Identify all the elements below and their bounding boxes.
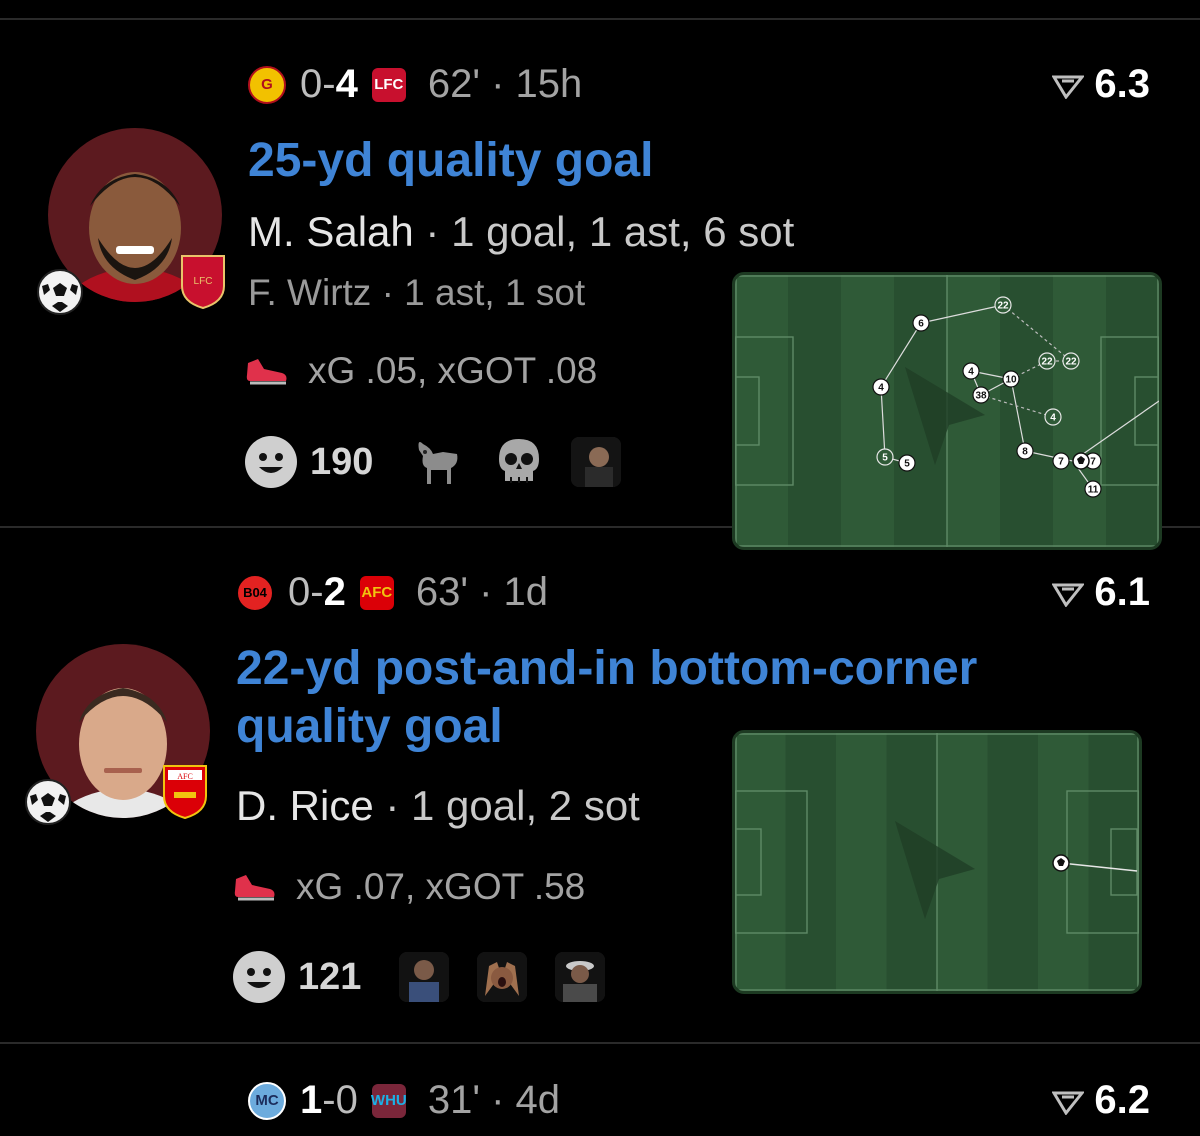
pass-marker-label: 4 (878, 383, 884, 394)
match-meta: B04 0-2 AFC 63' · 1d (236, 570, 548, 615)
match-meta: MC 1-0 WHU 31' · 4d (248, 1078, 560, 1123)
match-time: 62' · 15h (427, 62, 583, 106)
rating-icon (1052, 75, 1085, 99)
goat-icon[interactable] (413, 436, 467, 488)
reaction-count-value: 121 (298, 955, 362, 998)
leverkusen-crest-icon: B04 (236, 573, 274, 612)
rating-icon (1052, 583, 1085, 607)
pitch-graphic (735, 733, 1139, 991)
match-meta: G 0-4 LFC 62' · 15h (248, 62, 582, 107)
pass-marker-label: 11 (1088, 485, 1099, 496)
match-time: 63' · 1d (415, 570, 548, 614)
player-name[interactable]: M. Salah (248, 208, 414, 255)
rating-value: 6.1 (1094, 570, 1150, 614)
arsenal-crest-icon: AFC (359, 575, 394, 610)
liverpool-crest-icon: LFC (371, 67, 406, 102)
rating-icon (1052, 1091, 1085, 1115)
boot-icon (234, 875, 275, 901)
arsenal-badge-icon: AFC (163, 765, 207, 820)
galatasaray-crest-icon: G (248, 65, 286, 104)
assist-line[interactable]: F. Wirtz · 1 ast, 1 sot (248, 272, 585, 314)
reactions-bar[interactable]: 190 (244, 435, 622, 489)
shot-map-pitch[interactable] (732, 730, 1142, 994)
rating-value: 6.2 (1094, 1078, 1150, 1122)
pass-marker-label: 7 (1090, 457, 1096, 468)
player-rating: 6.3 (1052, 62, 1150, 107)
pass-marker-label: 5 (904, 459, 910, 470)
reaction-count-value: 190 (310, 440, 374, 483)
top-divider (0, 18, 1200, 20)
pass-marker-label: 22 (1065, 357, 1077, 368)
pass-marker-label: 6 (918, 319, 924, 330)
ball-marker-icon (1052, 854, 1070, 872)
liverpool-badge-icon: LFC (181, 255, 225, 310)
smiley-icon (233, 951, 285, 1003)
pass-marker-label: 4 (1050, 413, 1056, 424)
reaction-count[interactable]: 121 (232, 950, 361, 1004)
pass-marker-label: 4 (968, 367, 974, 378)
pass-marker-label: 22 (1041, 357, 1053, 368)
match-score: 1-0 (300, 1078, 358, 1122)
ball-marker-icon (1072, 452, 1090, 470)
pitch-graphic: 6 22 4 4 10 22 22 38 4 8 5 5 7 7 11 (735, 275, 1159, 547)
match-time: 31' · 4d (427, 1078, 560, 1122)
player-name[interactable]: D. Rice (236, 782, 374, 829)
svg-text:LFC: LFC (194, 276, 213, 287)
rating-value: 6.3 (1094, 62, 1150, 106)
reaction-sticker-2[interactable] (477, 952, 528, 1002)
skull-icon[interactable] (495, 437, 543, 487)
man-city-crest-icon: MC (248, 1081, 286, 1120)
boot-icon (246, 359, 287, 385)
soccer-ball-icon (37, 269, 83, 315)
player-rating: 6.2 (1052, 1078, 1150, 1123)
match-score: 0-4 (300, 62, 358, 106)
shot-map-pitch[interactable]: 6 22 4 4 10 22 22 38 4 8 5 5 7 7 11 (732, 272, 1162, 550)
reaction-sticker-3[interactable] (555, 952, 606, 1002)
reaction-sticker[interactable] (571, 437, 622, 487)
soccer-ball-icon (25, 779, 71, 825)
match-score: 0-2 (288, 570, 346, 614)
scorer-line[interactable]: M. Salah · 1 goal, 1 ast, 6 sot (248, 208, 794, 256)
highlight-title[interactable]: 25-yd quality goal (248, 132, 653, 190)
xg-line: xG .07, xGOT .58 (232, 866, 585, 908)
west-ham-crest-icon: WHU (371, 1083, 407, 1118)
player-stats: · 1 goal, 2 sot (373, 782, 640, 829)
card-divider (0, 1042, 1200, 1044)
player-rating: 6.1 (1052, 570, 1150, 615)
pass-marker-label: 22 (997, 301, 1009, 312)
xg-value: xG .05, xGOT .08 (308, 350, 598, 391)
scorer-line[interactable]: D. Rice · 1 goal, 2 sot (236, 782, 640, 830)
pass-marker-label: 5 (882, 453, 888, 464)
pass-marker-label: 10 (1005, 375, 1017, 386)
xg-line: xG .05, xGOT .08 (244, 350, 597, 392)
reaction-sticker-1[interactable] (399, 952, 450, 1002)
smiley-icon (245, 436, 297, 488)
pass-marker-label: 7 (1058, 457, 1064, 468)
reaction-count[interactable]: 190 (244, 435, 373, 489)
player-stats: · 1 goal, 1 ast, 6 sot (413, 208, 795, 255)
reactions-bar[interactable]: 121 (232, 950, 606, 1004)
svg-text:AFC: AFC (177, 772, 193, 781)
pass-marker-label: 38 (975, 391, 987, 402)
pass-marker-label: 8 (1022, 447, 1028, 458)
xg-value: xG .07, xGOT .58 (296, 866, 586, 907)
